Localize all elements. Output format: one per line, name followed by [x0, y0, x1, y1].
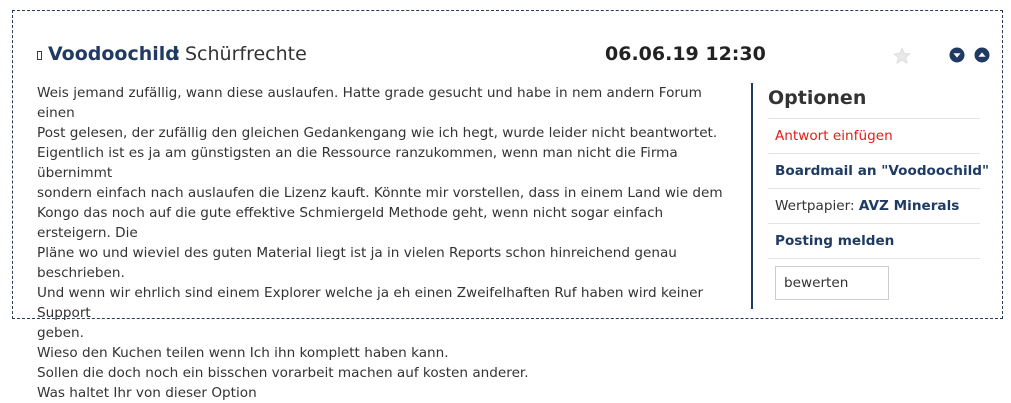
body-line: Und wenn wir ehrlich sind einem Explorer…	[37, 285, 704, 321]
report-link[interactable]: Posting melden	[768, 224, 980, 259]
rate-button[interactable]: bewerten	[775, 266, 889, 300]
chevron-down-icon[interactable]	[949, 47, 965, 63]
options-divider	[751, 83, 753, 309]
body-line: Weis jemand zufällig, wann diese auslauf…	[37, 85, 702, 121]
star-icon[interactable]	[893, 47, 911, 65]
boardmail-link[interactable]: Boardmail an "Voodoochild"	[768, 154, 989, 189]
body-line: Was haltet Ihr von dieser Option	[37, 385, 257, 401]
forum-post: Voodoochild : Schürfrechte 06.06.19 12:3…	[12, 10, 1003, 401]
author-link[interactable]: Voodoochild	[48, 43, 179, 65]
reply-link[interactable]: Antwort einfügen	[768, 119, 980, 154]
post-datetime: 06.06.19 12:30	[605, 43, 766, 65]
body-line: geben.	[37, 325, 84, 341]
author-separator: :	[173, 43, 181, 65]
body-line: sondern einfach nach auslaufen die Lizen…	[37, 185, 723, 201]
security-row: Wertpapier: AVZ Minerals	[768, 189, 980, 224]
body-line: Wieso den Kuchen teilen wenn Ich ihn kom…	[37, 345, 449, 361]
body-line: Pläne wo und wieviel des guten Material …	[37, 245, 677, 281]
post-header: Voodoochild : Schürfrechte 06.06.19 12:3…	[37, 43, 1002, 69]
security-link[interactable]: AVZ Minerals	[859, 198, 959, 214]
document-icon	[37, 51, 42, 60]
body-line: Kongo das noch auf die gute effektive Sc…	[37, 205, 664, 241]
options-title: Optionen	[768, 86, 980, 119]
chevron-up-icon[interactable]	[974, 47, 990, 63]
post-body: Weis jemand zufällig, wann diese auslauf…	[37, 83, 737, 403]
body-line: Sollen die doch noch ein bisschen vorarb…	[37, 365, 529, 381]
body-line: Post gelesen, der zufällig den gleichen …	[37, 125, 718, 141]
options-panel: Optionen Antwort einfügen Boardmail an "…	[768, 86, 989, 300]
body-line: Eigentlich ist es ja am günstigsten an d…	[37, 145, 678, 181]
security-label: Wertpapier:	[775, 198, 855, 214]
post-subject: Schürfrechte	[185, 43, 307, 65]
